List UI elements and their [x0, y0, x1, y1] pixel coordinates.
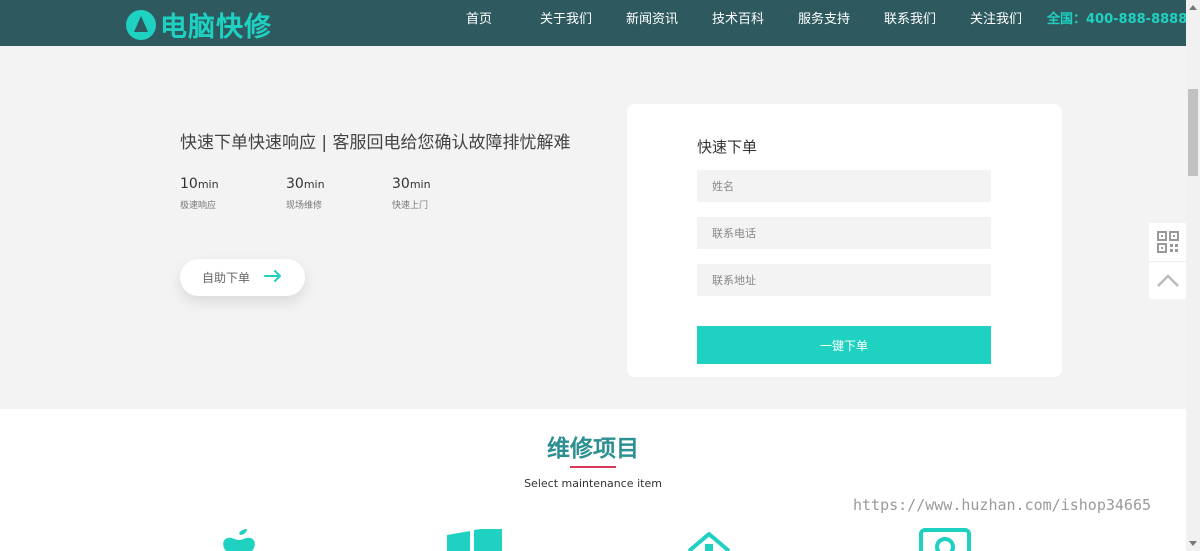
- logo[interactable]: 电脑快修: [126, 5, 272, 44]
- stat-value: 10min: [180, 176, 219, 192]
- stat-label: 快速上门: [392, 201, 429, 211]
- stat-repair: 30min 现场维修: [286, 176, 376, 211]
- hero-title: 快速下单快速响应 | 客服回电给您确认故障排忧解难: [180, 133, 571, 153]
- self-order-label: 自助下单: [202, 271, 251, 285]
- nav-home[interactable]: 首页: [466, 0, 492, 40]
- card-title: 快速下单: [697, 138, 758, 156]
- stat-response: 10min 极速响应: [180, 176, 270, 211]
- stat-value: 30min: [392, 176, 431, 192]
- windows-icon[interactable]: [447, 529, 503, 551]
- stat-label: 现场维修: [286, 201, 323, 211]
- float-toolbar: [1149, 223, 1186, 299]
- phone-field[interactable]: [697, 217, 991, 249]
- section-title: 维修项目: [547, 436, 639, 462]
- apple-icon[interactable]: [216, 527, 262, 551]
- site-header: 电脑快修 首页 关于我们 新闻资讯 技术百科 服务支持 联系我们 关注我们 全国…: [0, 0, 1188, 46]
- section-subtitle: Select maintenance item: [524, 477, 662, 490]
- nav-support[interactable]: 服务支持: [798, 0, 850, 40]
- stat-value: 30min: [286, 176, 325, 192]
- address-field[interactable]: [697, 264, 991, 296]
- nav-about[interactable]: 关于我们: [540, 0, 592, 40]
- nav-contact[interactable]: 联系我们: [884, 0, 936, 40]
- scroll-down-icon[interactable]: [1189, 541, 1197, 546]
- arrow-right-icon: [264, 269, 282, 286]
- name-field[interactable]: [697, 170, 991, 202]
- nav-news[interactable]: 新闻资讯: [626, 0, 678, 40]
- self-order-button[interactable]: 自助下单: [180, 259, 305, 296]
- watermark-text: https://www.huzhan.com/ishop34665: [853, 496, 1152, 514]
- back-to-top-icon[interactable]: [1149, 261, 1186, 299]
- scroll-up-icon[interactable]: [1189, 5, 1197, 10]
- quick-order-card: 快速下单 一键下单: [627, 104, 1062, 377]
- page-scrollbar[interactable]: [1186, 0, 1200, 551]
- scroll-thumb[interactable]: [1188, 89, 1198, 176]
- title-underline: [570, 466, 616, 468]
- home-icon[interactable]: [686, 531, 732, 551]
- stat-label: 极速响应: [180, 201, 217, 211]
- logo-icon: [126, 9, 156, 40]
- hotline: 全国：400-888-8888: [1047, 12, 1188, 27]
- nav-follow[interactable]: 关注我们: [970, 0, 1022, 40]
- camera-icon[interactable]: [918, 527, 972, 551]
- nav-tech[interactable]: 技术百科: [712, 0, 764, 40]
- submit-order-button[interactable]: 一键下单: [697, 326, 991, 364]
- stat-onsite: 30min 快速上门: [392, 176, 482, 211]
- services-section: 维修项目 Select maintenance item https://www…: [0, 409, 1186, 551]
- qr-code-icon[interactable]: [1149, 223, 1186, 261]
- logo-text: 电脑快修: [160, 12, 272, 43]
